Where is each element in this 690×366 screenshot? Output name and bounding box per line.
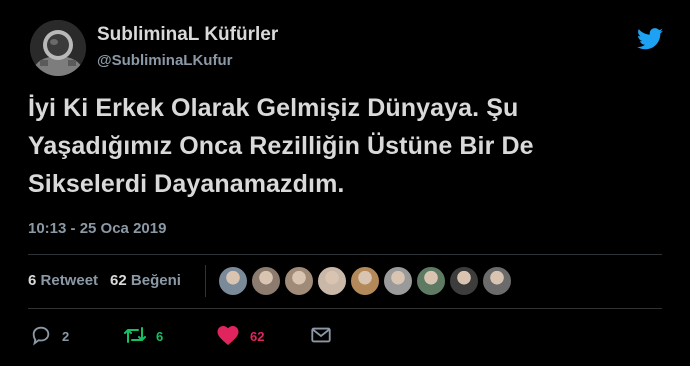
- liker-avatar-2[interactable]: [251, 266, 281, 296]
- retweets-stat-label: Retweet: [40, 272, 99, 289]
- retweets-stat[interactable]: 6 Retweet: [28, 272, 98, 289]
- liker-avatar-6[interactable]: [383, 266, 413, 296]
- divider: [28, 308, 662, 309]
- engagement-stats: 6 Retweet 62 Beğeni: [28, 272, 181, 289]
- tweet-text-line: İyi Ki Erkek Olarak Gelmişiz Dünyaya. Şu: [28, 94, 519, 122]
- direct-message-button[interactable]: [310, 324, 334, 348]
- astronaut-avatar-icon: [30, 20, 86, 76]
- like-button[interactable]: 62: [216, 324, 286, 348]
- retweet-icon: [124, 327, 146, 343]
- liker-avatar-1[interactable]: [218, 266, 248, 296]
- liker-avatar-8[interactable]: [449, 266, 479, 296]
- retweets-stat-count: 6: [28, 272, 37, 289]
- likes-stat-count: 62: [110, 272, 127, 289]
- liker-avatar-9[interactable]: [482, 266, 512, 296]
- reply-count: 2: [62, 329, 70, 344]
- tweet-timestamp[interactable]: 10:13 - 25 Oca 2019: [28, 220, 166, 237]
- reply-button[interactable]: 2: [30, 324, 90, 348]
- reply-icon: [32, 326, 50, 346]
- tweet-text-line: Sikselerdi Dayanamazdım.: [28, 170, 345, 198]
- tweet-text: İyi Ki Erkek Olarak Gelmişiz Dünyaya. Şu…: [28, 89, 668, 203]
- likes-stat-label: Beğeni: [130, 272, 181, 289]
- author-handle[interactable]: @SubliminaLKufur: [97, 52, 232, 69]
- twitter-bird-icon: [637, 28, 663, 50]
- stats-separator: [205, 265, 206, 297]
- retweet-button[interactable]: 6: [122, 324, 182, 348]
- liker-avatar-3[interactable]: [284, 266, 314, 296]
- liker-avatar-4[interactable]: [317, 266, 347, 296]
- tweet-text-line: Yaşadığımız Onca Rezilliğin Üstüne Bir D…: [28, 132, 534, 160]
- tweet-card: SubliminaL Küfürler @SubliminaLKufur İyi…: [0, 0, 690, 366]
- liker-avatar-5[interactable]: [350, 266, 380, 296]
- author-display-name[interactable]: SubliminaL Küfürler: [97, 24, 278, 46]
- like-count: 62: [250, 329, 265, 344]
- author-avatar[interactable]: [30, 20, 86, 76]
- heart-icon: [217, 326, 239, 345]
- liker-avatar-7[interactable]: [416, 266, 446, 296]
- retweet-count: 6: [156, 329, 164, 344]
- envelope-icon: [311, 327, 331, 343]
- divider: [28, 254, 662, 255]
- likes-stat[interactable]: 62 Beğeni: [110, 272, 181, 289]
